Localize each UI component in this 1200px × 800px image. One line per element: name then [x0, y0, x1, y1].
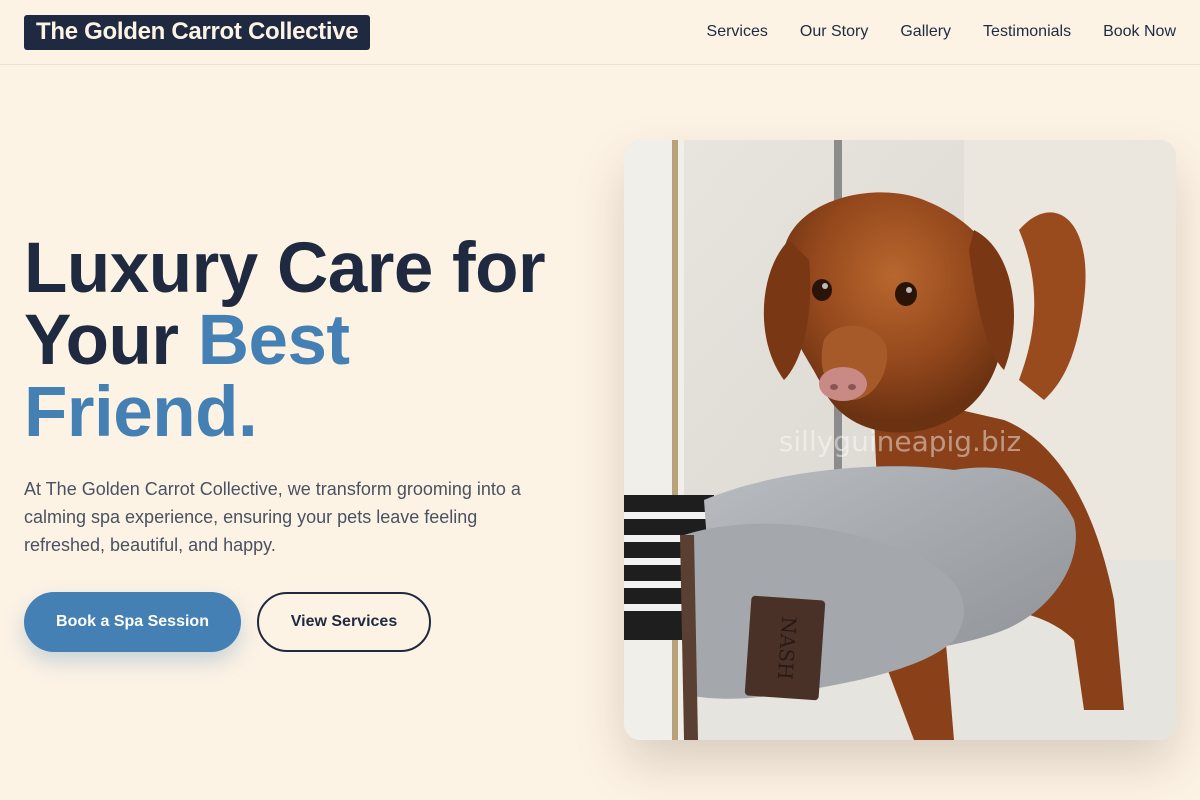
- nav-link-our-story[interactable]: Our Story: [800, 23, 868, 41]
- hero-description: At The Golden Carrot Collective, we tran…: [24, 479, 521, 555]
- view-services-button[interactable]: View Services: [257, 592, 431, 652]
- nav-link-gallery[interactable]: Gallery: [900, 23, 951, 41]
- headline-line-1: Luxury Care for: [24, 229, 546, 308]
- mitt-brand-label: NASH: [773, 616, 801, 681]
- headline-accent-friend: Friend.: [24, 373, 258, 452]
- headline-line-2: Your: [24, 301, 198, 380]
- headline-accent-best: Best: [197, 301, 350, 380]
- main-nav: Services Our Story Gallery Testimonials …: [707, 23, 1176, 41]
- book-spa-session-button[interactable]: Book a Spa Session: [24, 592, 241, 652]
- hero-headline: Luxury Care for Your Best Friend.: [24, 233, 584, 449]
- hero-content: Luxury Care for Your Best Friend. At The…: [24, 233, 584, 652]
- nav-link-book-now[interactable]: Book Now: [1103, 23, 1176, 41]
- brand-logo[interactable]: The Golden Carrot Collective: [24, 14, 371, 50]
- nav-link-services[interactable]: Services: [707, 23, 768, 41]
- site-header: The Golden Carrot Collective Services Ou…: [0, 0, 1200, 65]
- image-watermark: sillyguineapig.biz: [778, 425, 1022, 458]
- hero-actions: Book a Spa Session View Services: [24, 592, 584, 652]
- nav-link-testimonials[interactable]: Testimonials: [983, 23, 1071, 41]
